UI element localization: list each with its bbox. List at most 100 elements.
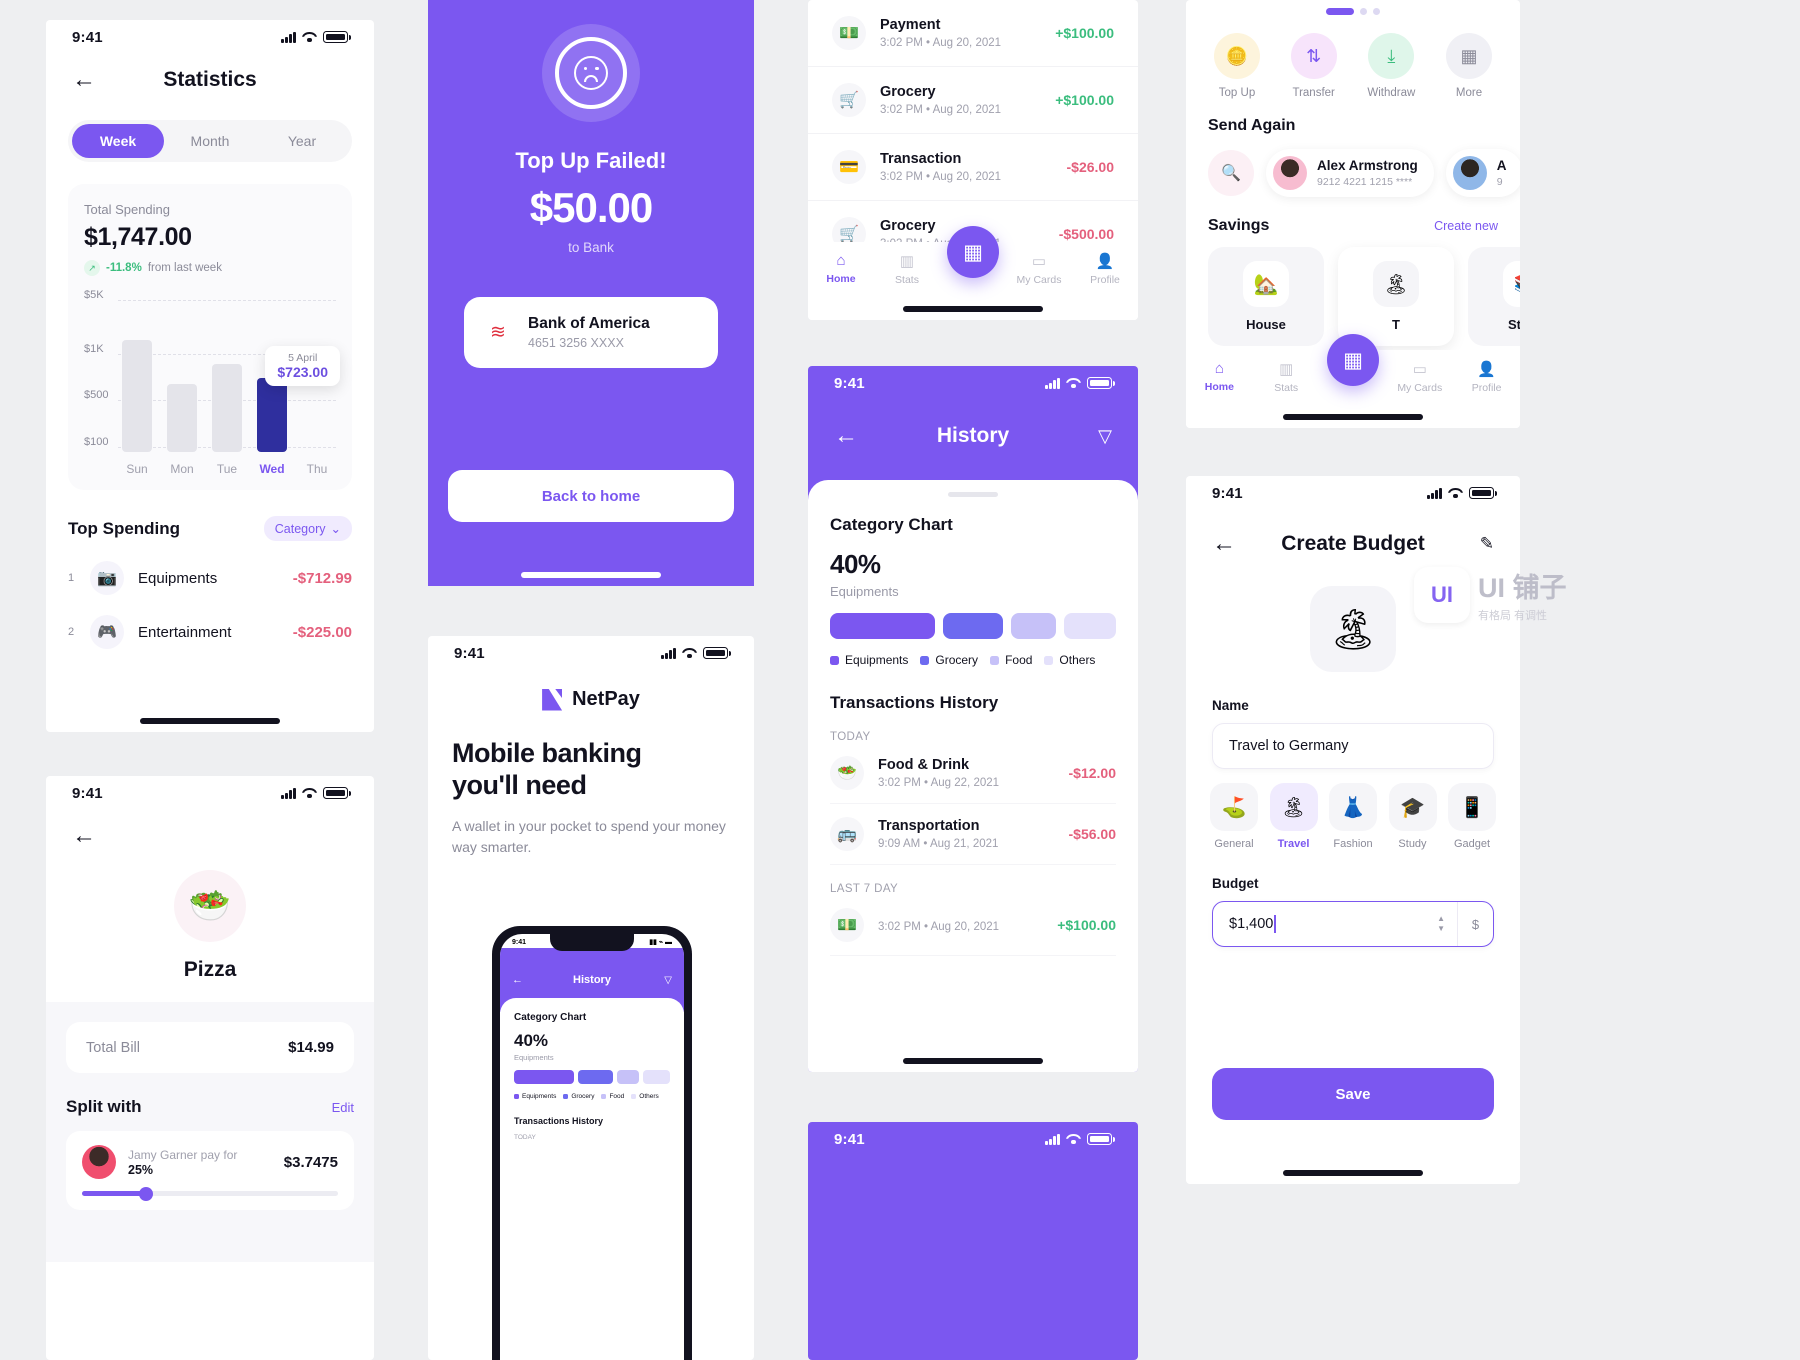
xtick-tue: Tue [216, 462, 238, 476]
qr-code-icon[interactable]: ▦ [1327, 334, 1379, 386]
top-spending-title: Top Spending [68, 518, 181, 538]
category-fashion[interactable]: 👗 Fashion [1327, 783, 1379, 850]
dot[interactable] [1373, 8, 1380, 15]
contact-name: Alex Armstrong [1317, 158, 1418, 173]
edit-button[interactable]: Edit [332, 1100, 354, 1115]
back-button[interactable]: ← [72, 68, 96, 92]
status-bar: 9:41 [808, 1122, 1138, 1156]
table-row[interactable]: 💳 Transaction 3:02 PM • Aug 20, 2021 -$2… [808, 134, 1138, 201]
card-pagination[interactable] [1186, 0, 1520, 15]
category-gadget[interactable]: 📱 Gadget [1446, 783, 1498, 850]
split-with-title: Split with [66, 1097, 142, 1116]
edit-icon[interactable]: ✎ [1480, 534, 1494, 554]
slider-knob[interactable] [139, 1186, 153, 1201]
send-again-title: Send Again [1208, 117, 1296, 134]
status-time: 9:41 [454, 644, 485, 662]
action-top-up[interactable]: 🪙 Top Up [1214, 33, 1260, 99]
tab-stats[interactable]: ▥ Stats [1253, 360, 1320, 394]
slider-fill [82, 1191, 146, 1196]
tab-my-cards[interactable]: ▭ My Cards [1006, 252, 1072, 286]
create-new-button[interactable]: Create new [1434, 219, 1498, 233]
back-button[interactable]: ← [834, 424, 858, 448]
name-value: Travel to Germany [1229, 738, 1349, 754]
budget-input[interactable]: $1,400 ▲ ▼ $ [1212, 901, 1494, 947]
bar-equipments[interactable] [830, 613, 935, 639]
table-row[interactable]: 💵 3:02 PM • Aug 20, 2021 +$100.00 [830, 895, 1116, 956]
tab-week[interactable]: Week [72, 124, 164, 158]
top-up-icon: 🪙 [1214, 33, 1260, 79]
action-withdraw[interactable]: ⤓ Withdraw [1367, 33, 1415, 99]
top-spending-row[interactable]: 1 📷 Equipments -$712.99 [68, 561, 352, 595]
transaction-amount: -$12.00 [1068, 765, 1116, 781]
brand-name: NetPay [572, 688, 640, 710]
tab-my-cards[interactable]: ▭ My Cards [1386, 360, 1453, 394]
xtick-mon: Mon [170, 462, 194, 476]
category-study[interactable]: 🎓 Study [1387, 783, 1439, 850]
action-transfer[interactable]: ⇅ Transfer [1290, 33, 1337, 99]
quick-actions: 🪙 Top Up ⇅ Transfer ⤓ Withdraw ▦ More [1186, 15, 1520, 99]
transaction-name: Food & Drink [878, 757, 970, 773]
category-travel[interactable]: 🏝 Travel [1268, 783, 1320, 850]
contact-card[interactable]: Alex Armstrong 9212 4221 1215 **** [1266, 149, 1434, 197]
split-slider[interactable] [82, 1186, 338, 1201]
avatar [1273, 156, 1307, 190]
bar-grocery[interactable] [942, 613, 1004, 639]
tab-month[interactable]: Month [164, 124, 256, 158]
top-spending-row[interactable]: 2 🎮 Entertainment -$225.00 [68, 615, 352, 649]
name-input[interactable]: Travel to Germany [1212, 723, 1494, 769]
tab-stats[interactable]: ▥ Stats [874, 252, 940, 286]
bar-mon[interactable] [167, 384, 197, 452]
tab-profile[interactable]: 👤 Profile [1453, 360, 1520, 394]
quantity-stepper[interactable]: ▲ ▼ [1437, 915, 1445, 933]
bar-sun[interactable] [122, 340, 152, 452]
statistics-navbar: ← Statistics [46, 54, 374, 98]
bar-wed[interactable] [257, 374, 287, 452]
sheet-grabber[interactable] [948, 492, 998, 497]
status-bar: 9:41 [46, 20, 374, 54]
signal-icon [1427, 487, 1442, 499]
qr-code-icon[interactable]: ▦ [947, 226, 999, 278]
savings-card[interactable]: 🏡 House [1208, 247, 1324, 346]
category-general[interactable]: ⛳ General [1208, 783, 1260, 850]
bar-tue[interactable] [212, 364, 242, 452]
tab-home[interactable]: ⌂ Home [808, 252, 874, 285]
back-button[interactable]: ← [72, 824, 96, 848]
bar-others[interactable] [1063, 613, 1116, 639]
bar-food[interactable] [1011, 613, 1056, 639]
contact-card[interactable]: A 9 [1445, 149, 1520, 197]
savings-card[interactable]: 📚 Study [1468, 247, 1520, 346]
category-name: Entertainment [138, 623, 232, 641]
tab-year[interactable]: Year [256, 124, 348, 158]
legend-label: Food [1005, 653, 1033, 667]
table-row[interactable]: 🚌 Transportation 9:09 AM • Aug 21, 2021 … [830, 804, 1116, 865]
table-row[interactable]: 🛒 Grocery 3:02 PM • Aug 20, 2021 +$100.0… [808, 67, 1138, 134]
back-button[interactable]: ← [1212, 532, 1236, 556]
wifi-icon [302, 32, 317, 43]
save-button[interactable]: Save [1212, 1068, 1494, 1120]
back-to-home-button[interactable]: Back to home [448, 470, 734, 522]
game-icon: 🎮 [90, 615, 124, 649]
bank-card[interactable]: ≋ Bank of America 4651 3256 XXXX [464, 297, 718, 368]
savings-card[interactable]: 🏝 T [1338, 247, 1454, 346]
total-spending-label: Total Spending [84, 202, 171, 217]
table-row[interactable]: 💵 Payment 3:02 PM • Aug 20, 2021 +$100.0… [808, 0, 1138, 67]
signal-icon [1045, 377, 1060, 389]
tab-profile[interactable]: 👤 Profile [1072, 252, 1138, 286]
search-icon[interactable]: 🔍 [1208, 150, 1254, 196]
category-filter-button[interactable]: Category ⌄ [263, 516, 352, 541]
mini-bar-others [643, 1070, 670, 1084]
table-row[interactable]: 🥗 Food & Drink 3:02 PM • Aug 22, 2021 -$… [830, 743, 1116, 804]
profile-icon: 👤 [1095, 253, 1115, 270]
netpay-landing-screen: 9:41 NetPay Mobile banking you'll need A… [428, 636, 754, 1360]
tab-home[interactable]: ⌂ Home [1186, 360, 1253, 393]
mini-sheet: Category Chart 40% Equipments Equipments… [500, 998, 684, 1360]
xtick-thu: Thu [306, 462, 328, 476]
home-screen: 🪙 Top Up ⇅ Transfer ⤓ Withdraw ▦ More Se… [1186, 0, 1520, 428]
period-segmented-control[interactable]: Week Month Year [68, 120, 352, 162]
dot[interactable] [1360, 8, 1367, 15]
action-more[interactable]: ▦ More [1446, 33, 1492, 99]
general-icon: ⛳ [1210, 783, 1258, 831]
filter-icon[interactable]: ▽ [1098, 426, 1112, 447]
budget-emoji-icon[interactable]: 🏝 [1310, 586, 1396, 672]
dot-active[interactable] [1326, 8, 1354, 15]
